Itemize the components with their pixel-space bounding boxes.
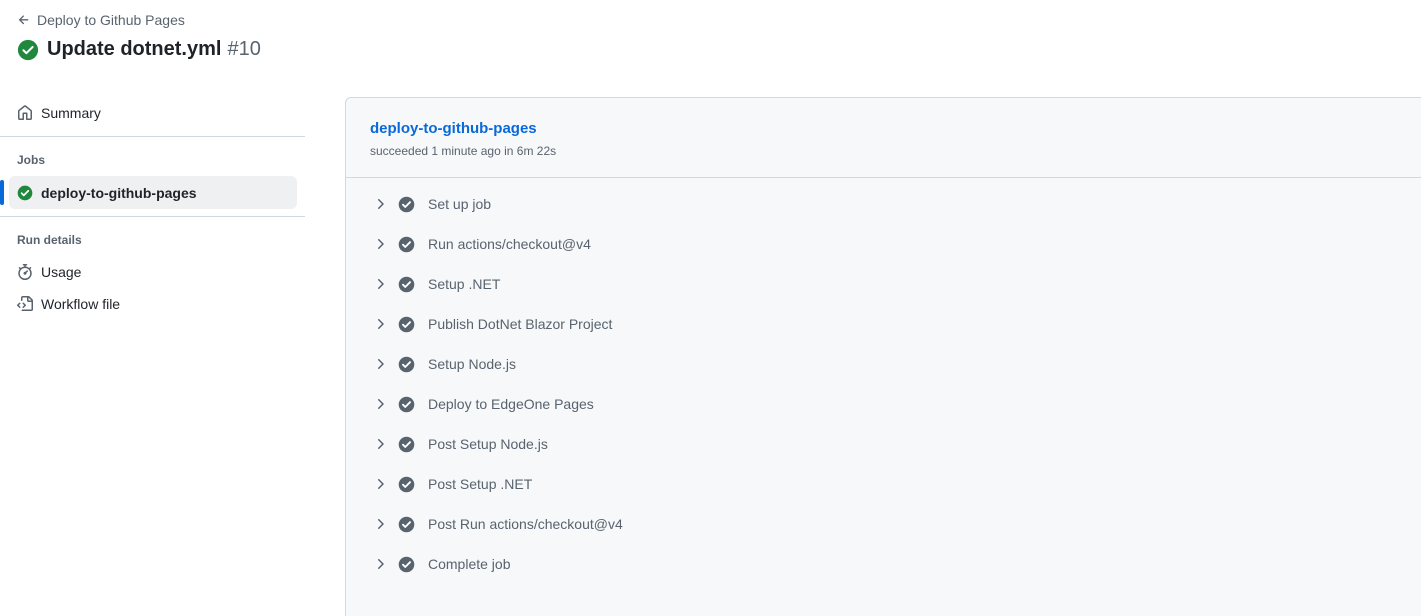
step-row[interactable]: Setup Node.js (346, 344, 1421, 384)
run-title: Update dotnet.yml #10 (17, 38, 261, 61)
step-label: Post Setup .NET (428, 476, 533, 492)
check-circle-fill-icon (398, 556, 416, 573)
check-circle-fill-icon (17, 185, 41, 201)
sidebar-item-job[interactable]: deploy-to-github-pages (0, 176, 297, 209)
check-circle-fill-icon (398, 436, 416, 453)
sidebar-item-workflow-file-label: Workflow file (41, 296, 121, 312)
sidebar-item-usage-label: Usage (41, 264, 82, 280)
chevron-right-icon (372, 276, 388, 292)
job-panel: deploy-to-github-pages succeeded 1 minut… (345, 97, 1421, 616)
step-label: Post Setup Node.js (428, 436, 548, 452)
check-circle-fill-icon (398, 516, 416, 533)
chevron-right-icon (372, 476, 388, 492)
chevron-right-icon (372, 316, 388, 332)
step-label: Deploy to EdgeOne Pages (428, 396, 594, 412)
home-icon (17, 105, 41, 121)
sidebar-divider (0, 216, 305, 217)
step-row[interactable]: Setup .NET (346, 264, 1421, 304)
chevron-right-icon (372, 236, 388, 252)
step-label: Publish DotNet Blazor Project (428, 316, 613, 332)
active-indicator (0, 180, 4, 205)
sidebar: Summary Jobs deploy-to-github-pages Run … (0, 97, 305, 320)
check-circle-fill-icon (398, 316, 416, 333)
step-row[interactable]: Post Run actions/checkout@v4 (346, 504, 1421, 544)
chevron-right-icon (372, 356, 388, 372)
step-row[interactable]: Run actions/checkout@v4 (346, 224, 1421, 264)
run-details-heading: Run details (17, 233, 82, 247)
run-title-text: Update dotnet.yml (47, 38, 222, 60)
sidebar-divider (0, 136, 305, 137)
jobs-heading: Jobs (17, 153, 46, 167)
step-row[interactable]: Post Setup Node.js (346, 424, 1421, 464)
check-circle-fill-icon (17, 39, 39, 61)
file-code-icon (17, 296, 41, 312)
stopwatch-icon (17, 264, 41, 280)
step-label: Setup .NET (428, 276, 501, 292)
chevron-right-icon (372, 556, 388, 572)
sidebar-item-usage[interactable]: Usage (0, 256, 305, 288)
back-link-label: Deploy to Github Pages (37, 12, 185, 28)
run-number: #10 (227, 38, 261, 60)
step-row[interactable]: Publish DotNet Blazor Project (346, 304, 1421, 344)
arrow-left-icon (17, 13, 37, 27)
sidebar-item-job-label: deploy-to-github-pages (41, 184, 197, 201)
steps-list: Set up job Run actions/checkout@v4 Setup… (346, 178, 1421, 584)
job-header: deploy-to-github-pages succeeded 1 minut… (346, 98, 1421, 178)
check-circle-fill-icon (398, 236, 416, 253)
job-name-link[interactable]: deploy-to-github-pages (370, 120, 537, 137)
step-label: Run actions/checkout@v4 (428, 236, 591, 252)
step-label: Complete job (428, 556, 511, 572)
chevron-right-icon (372, 516, 388, 532)
step-label: Setup Node.js (428, 356, 516, 372)
step-row[interactable]: Set up job (346, 184, 1421, 224)
check-circle-fill-icon (398, 356, 416, 373)
check-circle-fill-icon (398, 476, 416, 493)
check-circle-fill-icon (398, 396, 416, 413)
chevron-right-icon (372, 436, 388, 452)
chevron-right-icon (372, 196, 388, 212)
job-status-text: succeeded 1 minute ago in 6m 22s (370, 144, 557, 158)
sidebar-item-workflow-file[interactable]: Workflow file (0, 288, 305, 320)
step-row[interactable]: Post Setup .NET (346, 464, 1421, 504)
step-label: Set up job (428, 196, 492, 212)
back-link[interactable]: Deploy to Github Pages (17, 12, 185, 28)
step-label: Post Run actions/checkout@v4 (428, 516, 623, 532)
check-circle-fill-icon (398, 276, 416, 293)
chevron-right-icon (372, 396, 388, 412)
sidebar-item-summary[interactable]: Summary (0, 97, 305, 129)
check-circle-fill-icon (398, 196, 416, 213)
sidebar-item-summary-label: Summary (41, 105, 101, 121)
step-row[interactable]: Deploy to EdgeOne Pages (346, 384, 1421, 424)
step-row[interactable]: Complete job (346, 544, 1421, 584)
